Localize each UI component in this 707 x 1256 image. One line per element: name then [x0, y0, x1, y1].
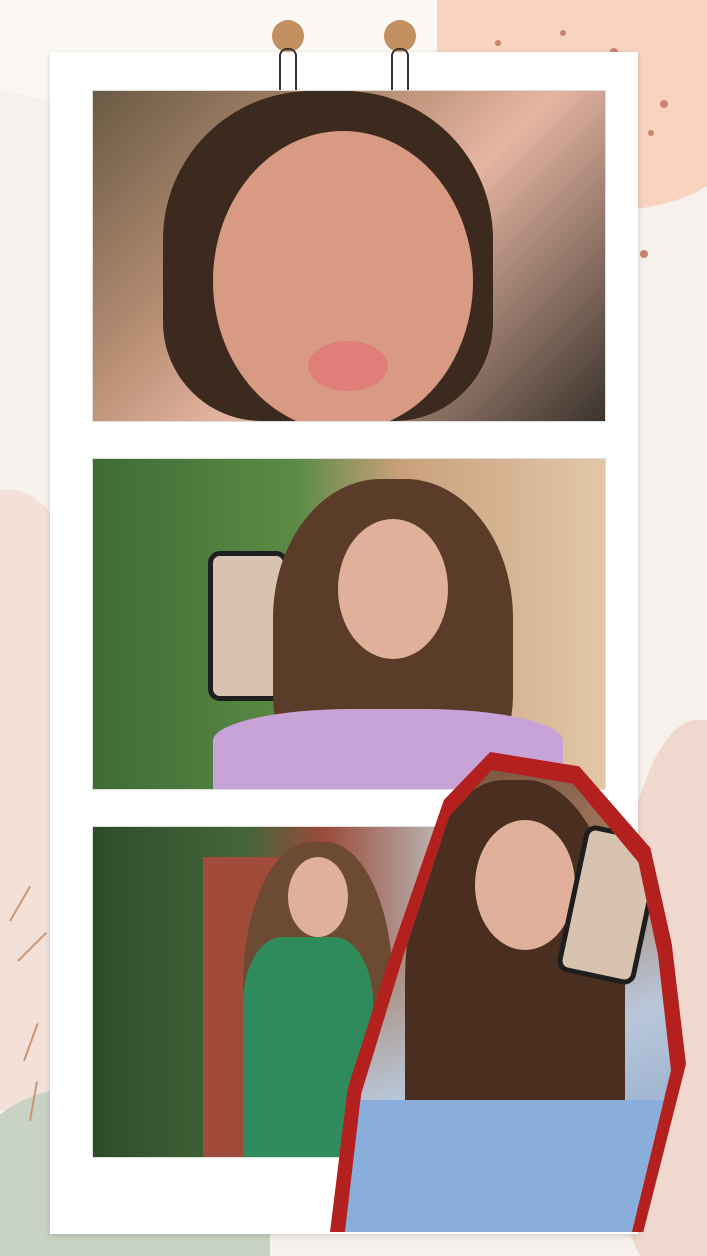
- face-shape: [338, 519, 448, 659]
- photo-selfie-kiss: [92, 90, 606, 422]
- face-shape: [288, 857, 348, 937]
- face-shape: [475, 820, 575, 950]
- photo-mirror-selfie-garden: [92, 458, 606, 790]
- lips-shape: [308, 341, 388, 391]
- jeans-shape: [345, 1100, 671, 1232]
